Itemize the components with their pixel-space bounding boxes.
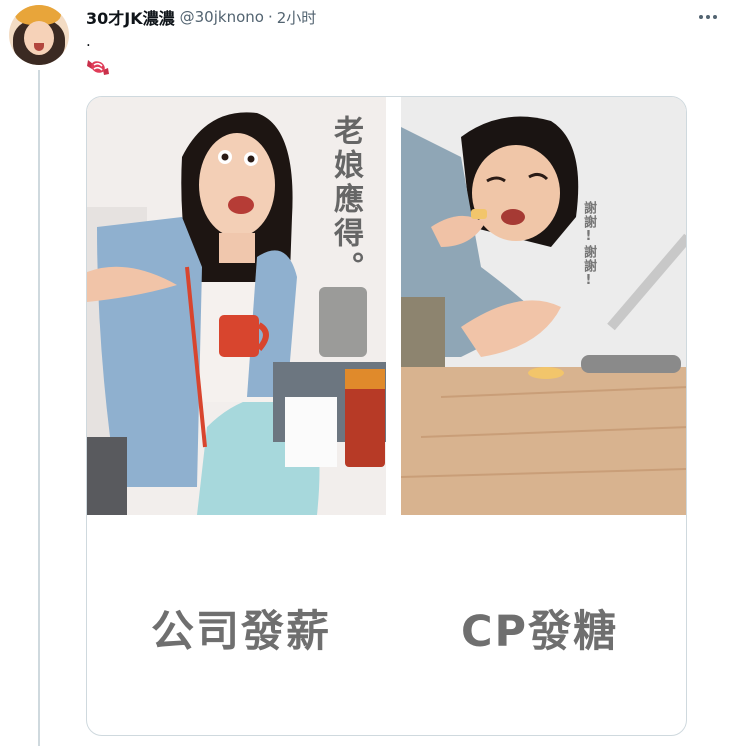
avatar[interactable] (9, 5, 69, 65)
more-dots-icon (699, 15, 703, 19)
separator-dot: · (267, 8, 273, 26)
timestamp[interactable]: 2小时 (277, 7, 317, 28)
caption-row: 公司發薪 CP發糖 (87, 597, 686, 657)
overlay-text-left: 老娘應得。 (328, 115, 363, 285)
caption-left: 公司發薪 (151, 607, 331, 657)
thread-line (38, 70, 40, 746)
more-dots-icon (713, 15, 717, 19)
photo-right-illustration (401, 97, 686, 515)
display-name[interactable]: 30才JK濃濃 (86, 5, 175, 29)
more-options-button[interactable] (693, 6, 723, 28)
tweet-page: 30才JK濃濃 @30jknono · 2小时 . 老娘應得。 謝謝!謝謝! 公… (0, 0, 730, 746)
user-handle[interactable]: @30jknono (180, 8, 264, 26)
tweet-text: . (86, 32, 91, 50)
candy-icon (87, 60, 109, 75)
tweet-header: 30才JK濃濃 @30jknono · 2小时 (86, 6, 316, 28)
photo-left[interactable]: 老娘應得。 (87, 97, 386, 515)
media-card[interactable]: 老娘應得。 謝謝!謝謝! 公司發薪 CP發糖 (86, 96, 687, 736)
caption-right: CP發糖 (461, 607, 619, 657)
photo-right[interactable]: 謝謝!謝謝! (401, 97, 686, 515)
more-dots-icon (706, 15, 710, 19)
overlay-text-right: 謝謝!謝謝! (581, 201, 596, 289)
